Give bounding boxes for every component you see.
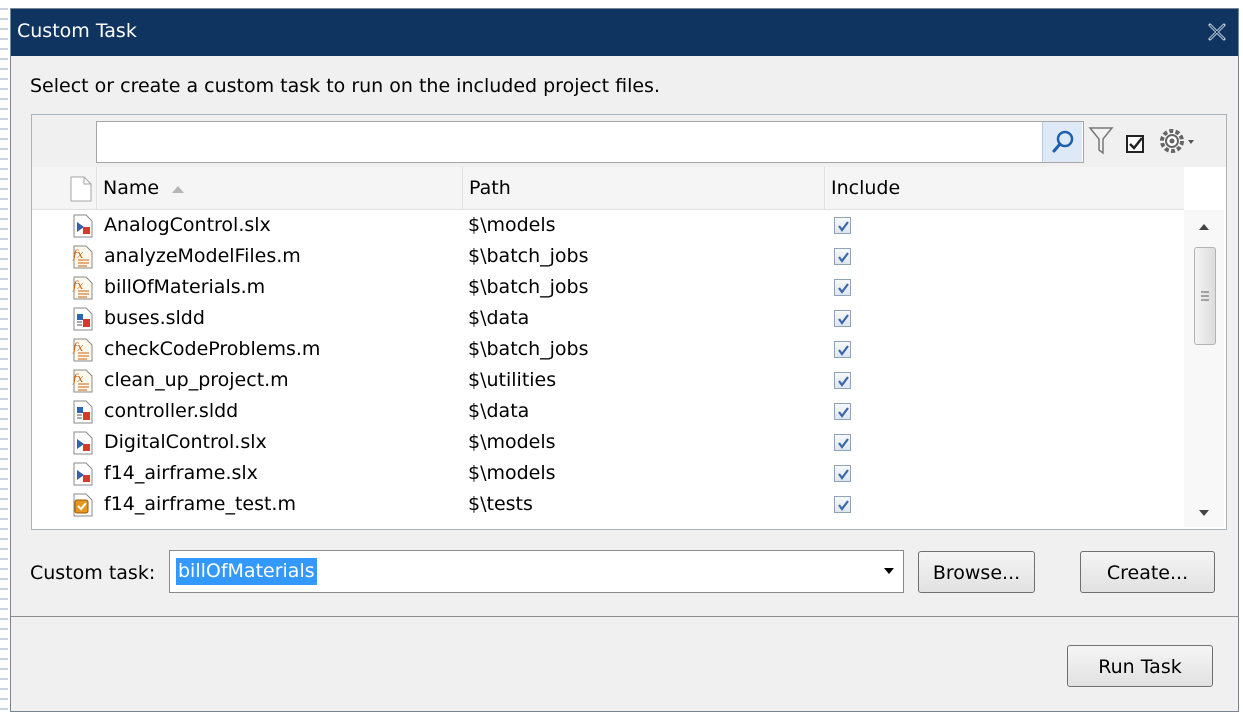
file-path: $\data xyxy=(468,307,530,329)
svg-text:fx: fx xyxy=(72,248,84,261)
custom-task-value[interactable]: billOfMaterials xyxy=(176,558,317,585)
simulink-model-icon xyxy=(73,214,93,238)
include-checkbox[interactable] xyxy=(834,465,851,482)
column-header-include[interactable]: Include xyxy=(824,167,1184,209)
column-header-name-label: Name xyxy=(103,177,160,199)
search-button[interactable] xyxy=(1042,122,1082,162)
svg-text:fx: fx xyxy=(72,279,84,292)
file-name: DigitalControl.slx xyxy=(104,431,267,453)
table-row[interactable]: DigitalControl.slx $\models xyxy=(32,427,1184,458)
file-name: f14_airframe.slx xyxy=(104,462,258,484)
run-task-button[interactable]: Run Task xyxy=(1067,645,1213,687)
table-row[interactable]: f14_airframe.slx $\models xyxy=(32,458,1184,489)
table-row[interactable]: controller.sldd $\data xyxy=(32,396,1184,427)
function-file-icon: fx xyxy=(72,276,93,300)
simulink-model-icon xyxy=(73,431,93,455)
divider xyxy=(11,616,1238,617)
include-checkbox[interactable] xyxy=(834,403,851,420)
close-icon[interactable] xyxy=(1206,21,1228,43)
scroll-down-arrow-icon[interactable] xyxy=(1184,500,1224,524)
svg-text:fx: fx xyxy=(72,372,84,385)
file-path: $\models xyxy=(468,214,556,236)
file-name: billOfMaterials.m xyxy=(104,276,266,298)
search-icon xyxy=(1052,130,1074,153)
include-checkbox[interactable] xyxy=(834,310,851,327)
search-toolbar xyxy=(32,115,1226,167)
checkbox-icon[interactable] xyxy=(1125,129,1149,159)
instructions-text: Select or create a custom task to run on… xyxy=(30,75,660,97)
gear-icon[interactable] xyxy=(1158,126,1198,156)
function-file-icon: fx xyxy=(72,245,93,269)
scroll-up-arrow-icon[interactable] xyxy=(1184,214,1224,238)
file-name: analyzeModelFiles.m xyxy=(104,245,301,267)
file-path: $\models xyxy=(468,431,556,453)
table-row[interactable]: fx checkCodeProblems.m $\batch_jobs xyxy=(32,334,1184,365)
column-header-include-label: Include xyxy=(831,177,901,199)
background-edge xyxy=(0,0,8,714)
file-path: $\tests xyxy=(468,493,533,515)
svg-text:fx: fx xyxy=(72,341,84,354)
table-row[interactable]: AnalogControl.slx $\models xyxy=(32,210,1184,241)
file-name: buses.sldd xyxy=(104,307,205,329)
file-name: controller.sldd xyxy=(104,400,239,422)
column-header-path[interactable]: Path xyxy=(462,167,824,209)
file-path: $\batch_jobs xyxy=(468,245,589,267)
grip-icon xyxy=(1201,291,1209,301)
file-path: $\batch_jobs xyxy=(468,338,589,360)
file-name: f14_airframe_test.m xyxy=(104,493,296,515)
file-path: $\data xyxy=(468,400,530,422)
search-input[interactable] xyxy=(96,121,1084,163)
dropdown-arrow-icon[interactable] xyxy=(883,566,895,576)
file-name: clean_up_project.m xyxy=(104,369,289,391)
filter-icon[interactable] xyxy=(1088,126,1114,156)
table-row[interactable]: buses.sldd $\data xyxy=(32,303,1184,334)
column-header-name[interactable]: Name xyxy=(96,167,462,209)
scroll-thumb[interactable] xyxy=(1194,247,1216,345)
include-checkbox[interactable] xyxy=(834,496,851,513)
file-path: $\utilities xyxy=(468,369,557,391)
data-dictionary-icon xyxy=(73,400,93,424)
table-row[interactable]: f14_airframe_test.m $\tests xyxy=(32,489,1184,520)
custom-task-combobox[interactable]: billOfMaterials xyxy=(169,550,904,593)
create-button[interactable]: Create... xyxy=(1080,551,1215,593)
test-file-icon xyxy=(73,493,93,517)
table-row[interactable]: fx analyzeModelFiles.m $\batch_jobs xyxy=(32,241,1184,272)
data-dictionary-icon xyxy=(73,307,93,331)
file-name: checkCodeProblems.m xyxy=(104,338,321,360)
title-bar[interactable]: Custom Task xyxy=(11,9,1238,56)
include-checkbox[interactable] xyxy=(834,248,851,265)
vertical-scrollbar[interactable] xyxy=(1184,210,1224,527)
simulink-model-icon xyxy=(73,462,93,486)
column-header-path-label: Path xyxy=(469,177,511,199)
include-checkbox[interactable] xyxy=(834,217,851,234)
table-row[interactable]: fx clean_up_project.m $\utilities xyxy=(32,365,1184,396)
include-checkbox[interactable] xyxy=(834,279,851,296)
include-checkbox[interactable] xyxy=(834,372,851,389)
browse-button[interactable]: Browse... xyxy=(918,551,1035,593)
custom-task-dialog: Custom Task Select or create a custom ta… xyxy=(10,8,1239,712)
include-checkbox[interactable] xyxy=(834,341,851,358)
custom-task-label: Custom task: xyxy=(30,562,156,584)
file-name: AnalogControl.slx xyxy=(104,214,271,236)
file-path: $\models xyxy=(468,462,556,484)
table-row[interactable]: fx billOfMaterials.m $\batch_jobs xyxy=(32,272,1184,303)
file-path: $\batch_jobs xyxy=(468,276,589,298)
function-file-icon: fx xyxy=(72,369,93,393)
sort-ascending-icon xyxy=(172,186,185,193)
file-type-column-icon xyxy=(70,176,92,202)
window-title: Custom Task xyxy=(17,20,137,42)
file-list-panel: Name Path Include AnalogControl.slx $\mo… xyxy=(31,114,1227,530)
include-checkbox[interactable] xyxy=(834,434,851,451)
column-header-row: Name Path Include xyxy=(32,167,1184,210)
function-file-icon: fx xyxy=(72,338,93,362)
